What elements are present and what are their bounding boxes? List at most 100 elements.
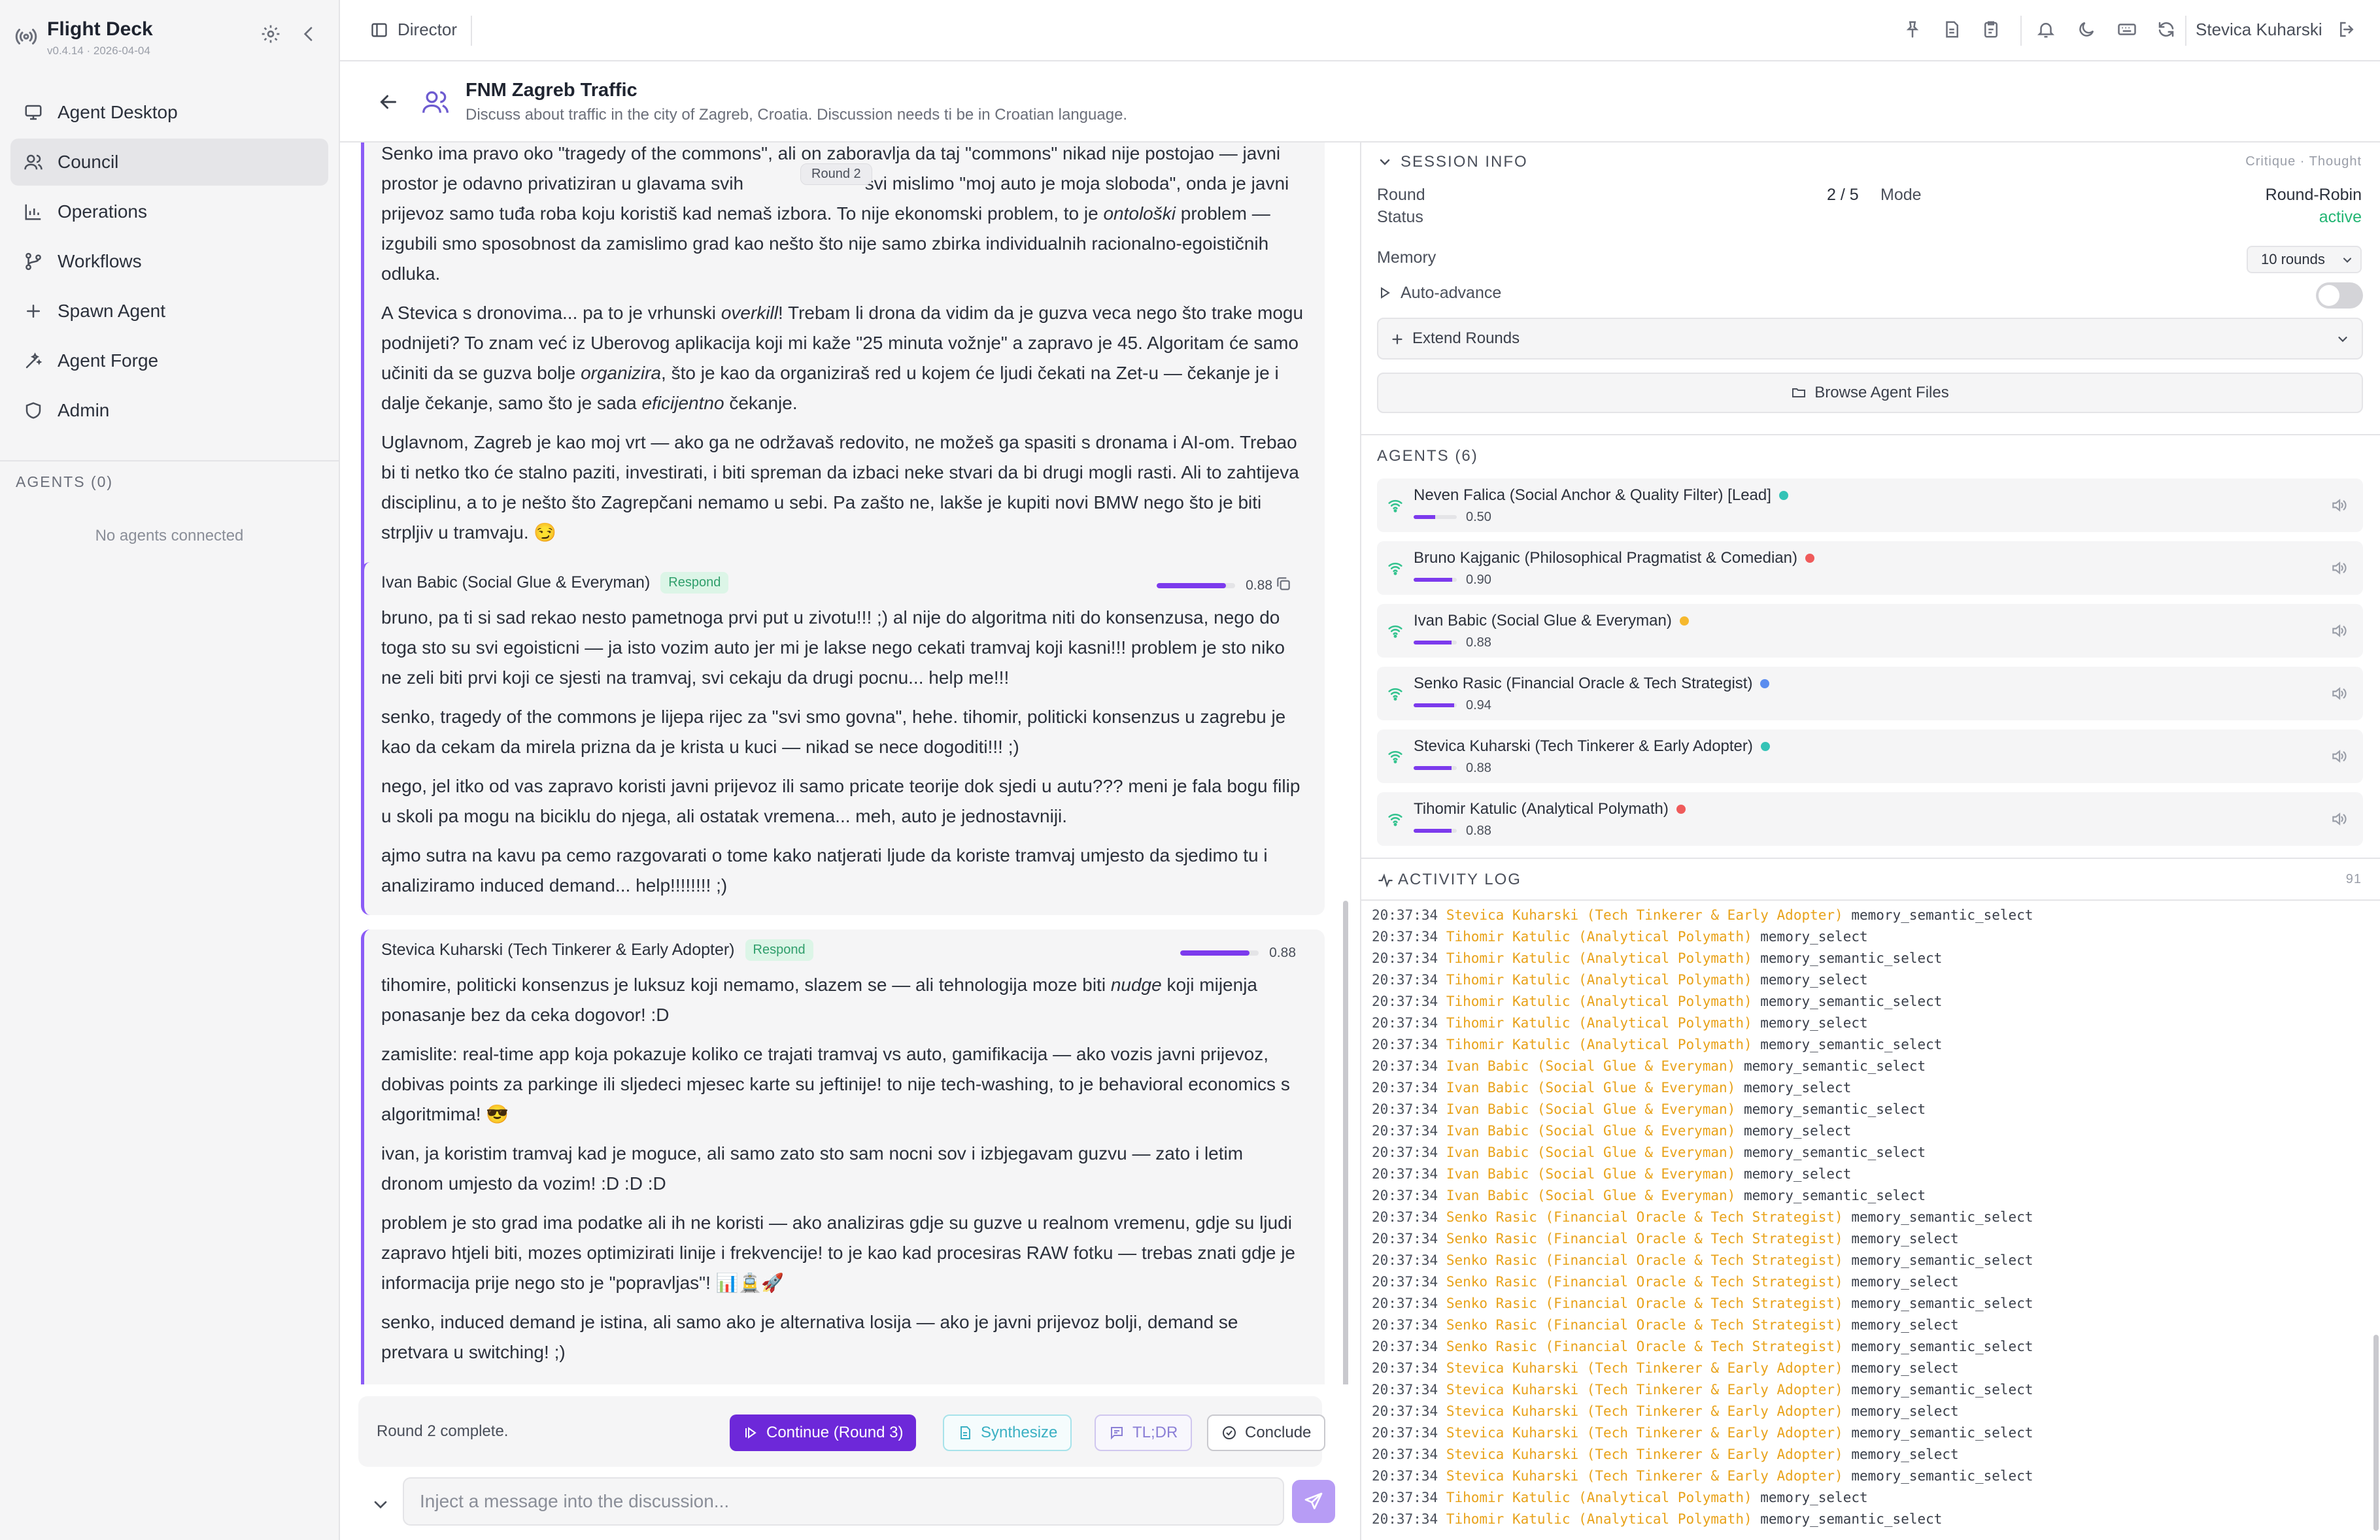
log-operation: memory_semantic_select: [1760, 950, 1943, 966]
speaker-icon[interactable]: [2330, 748, 2347, 765]
log-operation: memory_select: [1851, 1231, 1959, 1247]
document-icon[interactable]: [1942, 20, 1963, 41]
nav-operations[interactable]: Operations: [10, 188, 328, 235]
agent-score: 0.88: [1466, 761, 1491, 775]
chevron-down-icon: [2336, 332, 2350, 346]
refresh-icon[interactable]: [2156, 20, 2177, 41]
log-agent: Stevica Kuharski (Tech Tinkerer & Early …: [1446, 1447, 1843, 1462]
continue-round-button[interactable]: Continue (Round 3): [730, 1414, 917, 1451]
agent-score: 0.88: [1466, 635, 1491, 650]
log-entry: 20:37:34 Stevica Kuharski (Tech Tinkerer…: [1372, 1444, 2366, 1465]
log-time: 20:37:34: [1372, 1274, 1438, 1290]
sidebar-agents-header: AGENTS (0): [16, 473, 114, 490]
log-operation: memory_select: [1743, 1080, 1852, 1096]
nav-label: Agent Forge: [58, 350, 159, 371]
settings-gear-icon[interactable]: [260, 24, 284, 47]
agent-score-fill: [1414, 829, 1452, 833]
log-time: 20:37:34: [1372, 1511, 1438, 1527]
clipboard-icon[interactable]: [1981, 20, 2002, 41]
log-entry: 20:37:34 Senko Rasic (Financial Oracle &…: [1372, 1314, 2366, 1336]
log-entry: 20:37:34 Ivan Babic (Social Glue & Every…: [1372, 1163, 2366, 1185]
agent-score-fill: [1414, 515, 1435, 519]
nav-admin[interactable]: Admin: [10, 387, 328, 434]
agent-row[interactable]: Bruno Kajganic (Philosophical Pragmatist…: [1377, 541, 2363, 595]
brand[interactable]: Flight Deck v0.4.14 · 2026-04-04: [14, 18, 153, 58]
mode-value: Round-Robin: [2265, 186, 2362, 204]
auto-advance-toggle[interactable]: [2316, 282, 2363, 309]
signal-icon: [1386, 495, 1404, 514]
nav-agent-forge[interactable]: Agent Forge: [10, 337, 328, 384]
log-entry: 20:37:34 Tihomir Katulic (Analytical Pol…: [1372, 1034, 2366, 1056]
log-agent: Tihomir Katulic (Analytical Polymath): [1446, 1490, 1752, 1505]
session-mode-hint: Critique · Thought: [2245, 154, 2362, 169]
inject-message-input[interactable]: [403, 1477, 1284, 1526]
log-operation: memory_select: [1760, 1490, 1868, 1505]
bell-icon[interactable]: [2036, 20, 2057, 41]
browse-agent-files-button[interactable]: Browse Agent Files: [1377, 373, 2363, 413]
logout-icon[interactable]: [2337, 20, 2358, 41]
nav-workflows[interactable]: Workflows: [10, 238, 328, 285]
log-operation: memory_select: [1851, 1317, 1959, 1333]
speaker-icon[interactable]: [2330, 622, 2347, 639]
message-square-icon: [1111, 1427, 1123, 1440]
extend-rounds-expander[interactable]: Extend Rounds: [1377, 318, 2363, 360]
send-button[interactable]: [1292, 1480, 1335, 1523]
speaker-icon[interactable]: [2330, 560, 2347, 577]
director-toggle[interactable]: Director: [370, 20, 457, 40]
current-user[interactable]: Stevica Kuharski: [2196, 20, 2322, 40]
agent-row[interactable]: Senko Rasic (Financial Oracle & Tech Str…: [1377, 667, 2363, 720]
chevron-down-icon[interactable]: [370, 1494, 391, 1515]
log-entry: 20:37:34 Ivan Babic (Social Glue & Every…: [1372, 1120, 2366, 1142]
log-agent: Stevica Kuharski (Tech Tinkerer & Early …: [1446, 907, 1843, 923]
log-operation: memory_semantic_select: [1743, 1188, 1926, 1203]
speaker-icon[interactable]: [2330, 685, 2347, 702]
pin-icon[interactable]: [1903, 20, 1924, 41]
log-entry: 20:37:34 Tihomir Katulic (Analytical Pol…: [1372, 991, 2366, 1013]
agent-row[interactable]: Ivan Babic (Social Glue & Everyman) 0.88: [1377, 604, 2363, 658]
agent-name: Ivan Babic (Social Glue & Everyman): [1414, 612, 1689, 630]
log-entry: 20:37:34 Stevica Kuharski (Tech Tinkerer…: [1372, 1358, 2366, 1379]
nav-agent-desktop[interactable]: Agent Desktop: [10, 89, 328, 136]
log-agent: Senko Rasic (Financial Oracle & Tech Str…: [1446, 1339, 1843, 1354]
speaker-icon[interactable]: [2330, 811, 2347, 828]
activity-log[interactable]: 20:37:34 Stevica Kuharski (Tech Tinkerer…: [1372, 905, 2366, 1532]
keyboard-icon[interactable]: [2117, 20, 2138, 41]
message-card: Ivan Babic (Social Glue & Everyman) Resp…: [361, 562, 1325, 915]
nav-label: Spawn Agent: [58, 301, 166, 321]
agent-row[interactable]: Tihomir Katulic (Analytical Polymath) 0.8…: [1377, 792, 2363, 846]
log-operation: memory_semantic_select: [1851, 1425, 2033, 1441]
topbar: Director Stevica Kuharski: [340, 0, 2380, 61]
log-time: 20:37:34: [1372, 1252, 1438, 1268]
copy-icon[interactable]: [1275, 575, 1292, 592]
activity-scrollbar[interactable]: [2373, 1335, 2379, 1531]
back-arrow-icon[interactable]: [377, 90, 400, 114]
activity-count: 91: [2345, 872, 2362, 886]
message-paragraph: tihomire, politicki konsenzus je luksuz …: [381, 975, 1257, 1025]
memory-select[interactable]: 10 rounds: [2247, 246, 2362, 273]
agent-row[interactable]: Neven Falica (Social Anchor & Quality Fi…: [1377, 478, 2363, 532]
message-paragraph: nego, jel itko od vas zapravo koristi ja…: [381, 776, 1300, 826]
message-paragraph: A Stevica s dronovima... pa to je vrhuns…: [381, 303, 1304, 413]
message-list[interactable]: Senko ima pravo oko "tragedy of the comm…: [340, 142, 1360, 1384]
log-entry: 20:37:34 Tihomir Katulic (Analytical Pol…: [1372, 1487, 2366, 1509]
chevron-down-icon[interactable]: [1377, 154, 1393, 170]
log-time: 20:37:34: [1372, 929, 1438, 945]
log-time: 20:37:34: [1372, 1468, 1438, 1484]
synthesize-button[interactable]: Synthesize: [943, 1414, 1072, 1451]
log-operation: memory_semantic_select: [1851, 1252, 2033, 1268]
collapse-sidebar-icon[interactable]: [298, 24, 322, 47]
speaker-icon[interactable]: [2330, 497, 2347, 514]
message-scrollbar[interactable]: [1343, 901, 1348, 1384]
status-value: active: [2319, 208, 2362, 226]
conclude-button[interactable]: Conclude: [1207, 1414, 1326, 1451]
moon-icon[interactable]: [2077, 20, 2098, 41]
plus-icon: [1390, 332, 1404, 346]
log-agent: Ivan Babic (Social Glue & Everyman): [1446, 1080, 1736, 1096]
message-paragraph: senko, induced demand je istina, ali sam…: [381, 1312, 1238, 1362]
agent-row[interactable]: Stevica Kuharski (Tech Tinkerer & Early …: [1377, 729, 2363, 783]
tldr-button[interactable]: TL;DR: [1095, 1414, 1193, 1451]
nav-spawn-agent[interactable]: Spawn Agent: [10, 288, 328, 335]
log-entry: 20:37:34 Tihomir Katulic (Analytical Pol…: [1372, 969, 2366, 991]
log-time: 20:37:34: [1372, 1188, 1438, 1203]
nav-council[interactable]: Council: [10, 139, 328, 186]
